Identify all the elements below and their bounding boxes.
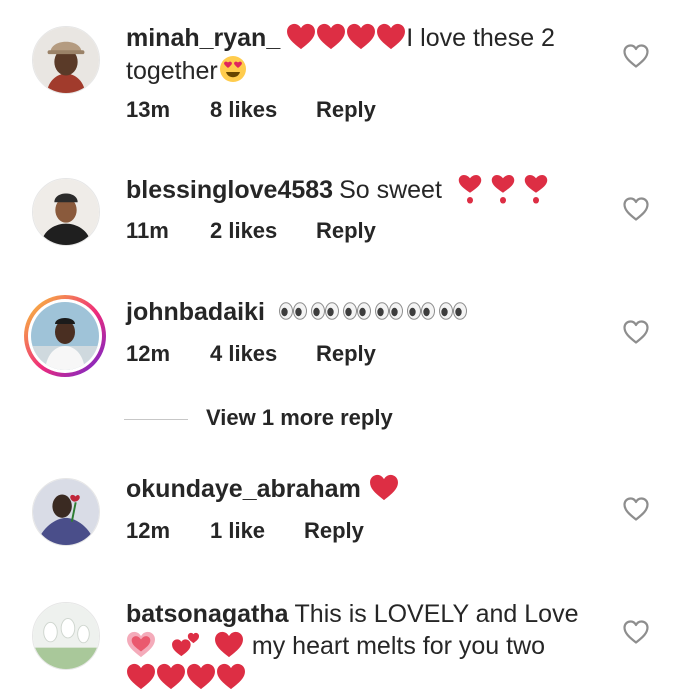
avatar[interactable] bbox=[32, 178, 100, 246]
avatar-ring-inner bbox=[28, 299, 102, 373]
comment-meta: 11m 2 likes Reply bbox=[126, 218, 376, 244]
eyes-emoji bbox=[342, 302, 372, 320]
comment-time: 12m bbox=[126, 341, 171, 366]
eyes-emoji bbox=[310, 302, 340, 320]
heart-outline-icon[interactable] bbox=[623, 620, 649, 644]
reply-button[interactable]: Reply bbox=[316, 218, 376, 244]
comment-text: So sweet bbox=[339, 176, 442, 204]
red-heart-emoji bbox=[186, 663, 216, 690]
red-heart-emoji bbox=[369, 474, 399, 501]
avatar-story-ring[interactable] bbox=[24, 295, 106, 377]
comment-body: okundaye_abraham bbox=[126, 473, 606, 505]
comment-body: blessinglove4583 So sweet bbox=[126, 174, 606, 206]
red-heart-emoji bbox=[156, 663, 186, 690]
comment-username[interactable]: blessinglove4583 bbox=[126, 176, 333, 204]
avatar-image bbox=[31, 302, 99, 370]
heart-exclamation-emoji bbox=[490, 174, 516, 204]
comment-time: 13m bbox=[126, 97, 171, 122]
comment-username[interactable]: johnbadaiki bbox=[126, 298, 265, 326]
reply-button[interactable]: Reply bbox=[316, 341, 376, 367]
comment-likes[interactable]: 1 like bbox=[210, 518, 304, 544]
eyes-emoji bbox=[438, 302, 468, 320]
red-heart-emoji bbox=[316, 23, 346, 50]
reply-button[interactable]: Reply bbox=[316, 97, 376, 123]
sparkling-heart-emoji bbox=[127, 631, 155, 658]
comment-meta: 12m 4 likes Reply bbox=[126, 341, 376, 367]
heart-outline-icon[interactable] bbox=[623, 320, 649, 344]
avatar[interactable] bbox=[32, 26, 100, 94]
heart-exclamation-emoji bbox=[523, 174, 549, 204]
divider bbox=[124, 418, 188, 420]
comment-meta: 13m 8 likes Reply bbox=[126, 97, 376, 123]
view-more-replies-label: View 1 more reply bbox=[206, 405, 393, 430]
comment-text-line2: my heart melts for you two bbox=[251, 632, 546, 660]
comment-username[interactable]: okundaye_abraham bbox=[126, 475, 361, 503]
two-hearts-emoji bbox=[171, 632, 199, 657]
comment-likes[interactable]: 8 likes bbox=[210, 97, 316, 123]
comment-time: 12m bbox=[126, 518, 171, 543]
heart-outline-icon[interactable] bbox=[623, 497, 649, 521]
comment-likes[interactable]: 4 likes bbox=[210, 341, 316, 367]
comment-meta: 12m 1 like Reply bbox=[126, 518, 364, 544]
comment-time: 11m bbox=[126, 218, 169, 243]
comment-username[interactable]: minah_ryan_ bbox=[126, 24, 280, 52]
eyes-emoji bbox=[278, 302, 308, 320]
avatar-image bbox=[33, 603, 99, 669]
comment-body: batsonagatha This is LOVELY and Love my h… bbox=[126, 598, 606, 694]
avatar bbox=[31, 302, 99, 370]
red-heart-emoji bbox=[286, 23, 316, 50]
avatar-image bbox=[33, 27, 99, 93]
avatar-image bbox=[33, 479, 99, 545]
avatar[interactable] bbox=[32, 478, 100, 546]
heart-outline-icon[interactable] bbox=[623, 197, 649, 221]
eyes-emoji bbox=[374, 302, 404, 320]
view-more-replies-button[interactable]: View 1 more reply bbox=[124, 405, 393, 431]
comment-text: This is LOVELY and Love bbox=[294, 600, 579, 628]
eyes-emoji bbox=[406, 302, 436, 320]
avatar[interactable] bbox=[32, 602, 100, 670]
red-heart-emoji bbox=[214, 631, 244, 658]
heart-eyes-emoji bbox=[219, 56, 246, 82]
red-heart-emoji bbox=[216, 663, 246, 690]
comment-body: johnbadaiki bbox=[126, 296, 606, 328]
comment-likes[interactable]: 2 likes bbox=[210, 218, 316, 244]
red-heart-emoji bbox=[376, 23, 406, 50]
red-heart-emoji bbox=[126, 663, 156, 690]
avatar-image bbox=[33, 179, 99, 245]
red-heart-emoji bbox=[346, 23, 376, 50]
comment-username[interactable]: batsonagatha bbox=[126, 600, 289, 628]
heart-outline-icon[interactable] bbox=[623, 44, 649, 68]
reply-button[interactable]: Reply bbox=[304, 518, 364, 544]
heart-exclamation-emoji bbox=[457, 174, 483, 204]
comment-body: minah_ryan_ I love these 2 together bbox=[126, 22, 606, 87]
